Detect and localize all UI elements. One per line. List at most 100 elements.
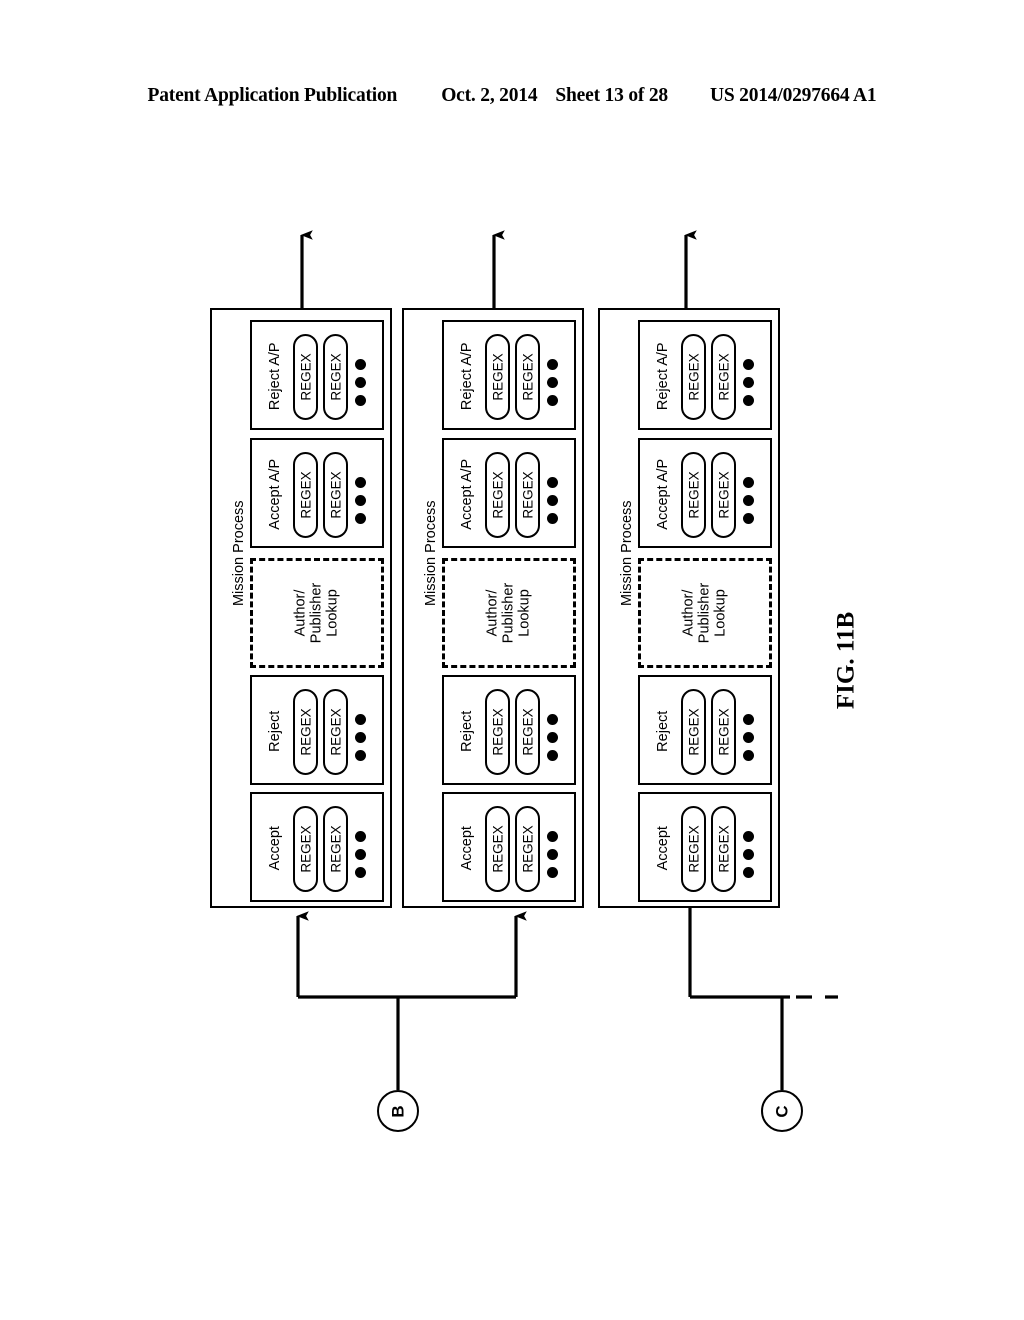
regex-label: REGEX [685, 353, 701, 401]
regex-pill[interactable]: REGEX [485, 806, 510, 892]
regex-pill[interactable]: REGEX [485, 452, 510, 538]
accept-ap-box[interactable]: Accept A/P REGEX REGEX [442, 438, 576, 548]
regex-pill[interactable]: REGEX [515, 689, 540, 775]
reject-ap-box[interactable]: Reject A/P REGEX REGEX [442, 320, 576, 430]
ap-line-2: Publisher [308, 582, 325, 644]
regex-pill[interactable]: REGEX [681, 806, 706, 892]
regex-label: REGEX [327, 708, 343, 756]
reject-ap-label: Reject A/P [458, 342, 475, 411]
author-publisher-lookup-label: Author/ Publisher Lookup [681, 583, 730, 643]
regex-pill[interactable]: REGEX [681, 689, 706, 775]
mission-process-column-3[interactable]: Mission Process Reject A/P REGEX REGEX A… [598, 308, 780, 908]
reject-box[interactable]: Reject REGEX REGEX [638, 675, 772, 785]
regex-pill[interactable]: REGEX [485, 689, 510, 775]
accept-ap-box[interactable]: Accept A/P REGEX REGEX [638, 438, 772, 548]
regex-label: REGEX [715, 353, 731, 401]
author-publisher-lookup-label: Author/ Publisher Lookup [485, 583, 534, 643]
ap-line-2: Publisher [696, 582, 713, 644]
reject-ap-label: Reject A/P [654, 342, 671, 411]
regex-pill[interactable]: REGEX [485, 334, 510, 420]
accept-label: Accept [458, 826, 475, 871]
accept-box[interactable]: Accept REGEX REGEX [250, 792, 384, 902]
ap-line-2: Publisher [500, 582, 517, 644]
regex-pill[interactable]: REGEX [711, 334, 736, 420]
ellipsis-dots [355, 714, 366, 761]
connector-b[interactable]: B [377, 1090, 419, 1132]
regex-pill[interactable]: REGEX [323, 452, 348, 538]
regex-pill[interactable]: REGEX [515, 452, 540, 538]
regex-pill[interactable]: REGEX [515, 334, 540, 420]
reject-ap-box[interactable]: Reject A/P REGEX REGEX [250, 320, 384, 430]
mission-process-label: Mission Process [230, 500, 247, 607]
ellipsis-dots [355, 477, 366, 524]
ellipsis-dots [355, 831, 366, 878]
regex-pill[interactable]: REGEX [711, 689, 736, 775]
regex-pill[interactable]: REGEX [323, 689, 348, 775]
mission-process-column-1[interactable]: Mission Process Reject A/P REGEX REGEX A… [210, 308, 392, 908]
figure-11b-diagram: Mission Process Reject A/P REGEX REGEX A… [0, 0, 1024, 1320]
ellipsis-dots [743, 359, 754, 406]
ap-line-3: Lookup [517, 589, 534, 637]
figure-caption: FIG. 11B [832, 611, 860, 710]
author-publisher-lookup-box[interactable]: Author/ Publisher Lookup [442, 558, 576, 668]
author-publisher-lookup-box[interactable]: Author/ Publisher Lookup [638, 558, 772, 668]
regex-label: REGEX [327, 471, 343, 519]
ellipsis-dots [547, 831, 558, 878]
regex-pill[interactable]: REGEX [293, 806, 318, 892]
regex-pill[interactable]: REGEX [711, 452, 736, 538]
reject-label: Reject [266, 710, 283, 752]
regex-pill[interactable]: REGEX [293, 334, 318, 420]
accept-box[interactable]: Accept REGEX REGEX [442, 792, 576, 902]
regex-pill[interactable]: REGEX [293, 452, 318, 538]
regex-pill[interactable]: REGEX [293, 689, 318, 775]
ap-line-1: Author/ [292, 589, 309, 637]
regex-pill[interactable]: REGEX [323, 806, 348, 892]
regex-label: REGEX [715, 708, 731, 756]
regex-pill[interactable]: REGEX [711, 806, 736, 892]
author-publisher-lookup-box[interactable]: Author/ Publisher Lookup [250, 558, 384, 668]
ellipsis-dots [743, 477, 754, 524]
ellipsis-dots [547, 359, 558, 406]
regex-label: REGEX [297, 825, 313, 873]
regex-label: REGEX [519, 471, 535, 519]
regex-label: REGEX [297, 471, 313, 519]
ellipsis-dots [547, 477, 558, 524]
connector-b-label: B [388, 1104, 408, 1118]
accept-label: Accept [266, 826, 283, 871]
ellipsis-dots [547, 714, 558, 761]
mission-process-label: Mission Process [618, 500, 635, 607]
mission-process-column-2[interactable]: Mission Process Reject A/P REGEX REGEX A… [402, 308, 584, 908]
reject-box[interactable]: Reject REGEX REGEX [250, 675, 384, 785]
regex-label: REGEX [685, 708, 701, 756]
accept-ap-box[interactable]: Accept A/P REGEX REGEX [250, 438, 384, 548]
accept-box[interactable]: Accept REGEX REGEX [638, 792, 772, 902]
reject-label: Reject [458, 710, 475, 752]
regex-pill[interactable]: REGEX [681, 452, 706, 538]
regex-label: REGEX [519, 825, 535, 873]
accept-ap-label: Accept A/P [266, 458, 283, 530]
reject-ap-label: Reject A/P [266, 342, 283, 411]
regex-label: REGEX [489, 471, 505, 519]
connector-c[interactable]: C [761, 1090, 803, 1132]
reject-box[interactable]: Reject REGEX REGEX [442, 675, 576, 785]
author-publisher-lookup-label: Author/ Publisher Lookup [293, 583, 342, 643]
ap-line-1: Author/ [680, 589, 697, 637]
reject-ap-box[interactable]: Reject A/P REGEX REGEX [638, 320, 772, 430]
ellipsis-dots [355, 359, 366, 406]
regex-pill[interactable]: REGEX [681, 334, 706, 420]
top-output-arrows [300, 230, 697, 308]
regex-label: REGEX [327, 353, 343, 401]
regex-pill[interactable]: REGEX [323, 334, 348, 420]
regex-label: REGEX [489, 825, 505, 873]
ellipsis-dots [743, 831, 754, 878]
accept-ap-label: Accept A/P [458, 458, 475, 530]
regex-label: REGEX [519, 353, 535, 401]
regex-label: REGEX [489, 353, 505, 401]
regex-label: REGEX [685, 825, 701, 873]
regex-pill[interactable]: REGEX [515, 806, 540, 892]
regex-label: REGEX [715, 471, 731, 519]
connector-c-label: C [772, 1104, 792, 1118]
connector-b-bus [296, 911, 527, 1090]
regex-label: REGEX [715, 825, 731, 873]
connector-c-bus [688, 908, 838, 1090]
